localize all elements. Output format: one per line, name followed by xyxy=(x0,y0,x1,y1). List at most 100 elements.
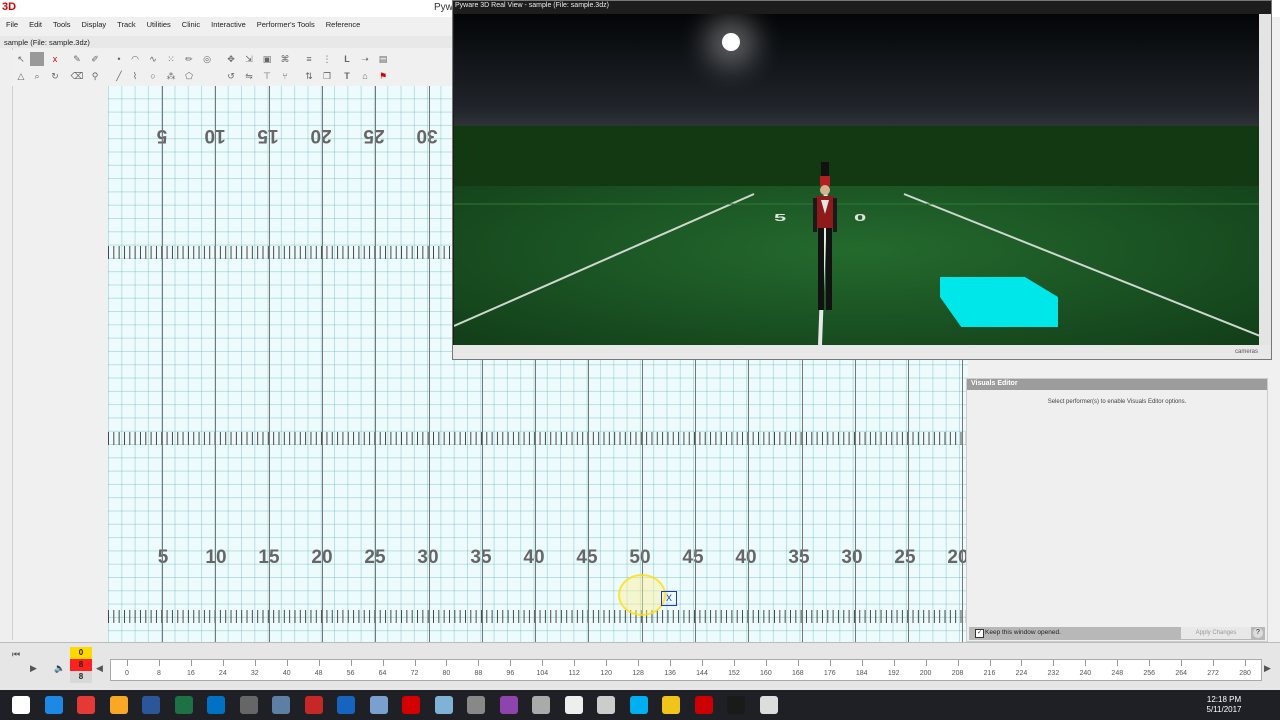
brush-icon[interactable]: ✐ xyxy=(88,52,102,66)
hash-marks-lower xyxy=(108,610,968,623)
fork-icon[interactable]: ⑂ xyxy=(278,69,292,83)
outlook-icon[interactable] xyxy=(207,696,225,714)
table-icon[interactable]: ▤ xyxy=(376,52,390,66)
resize-icon[interactable]: ⇲ xyxy=(242,52,256,66)
text-icon[interactable]: T xyxy=(340,69,354,83)
dot-icon[interactable]: • xyxy=(112,52,126,66)
arrow-right-icon[interactable]: ➝ xyxy=(358,52,372,66)
wifi-tool-icon[interactable] xyxy=(759,696,778,714)
home-icon[interactable]: ⌂ xyxy=(358,69,372,83)
globe-icon[interactable] xyxy=(369,696,388,714)
layers-icon[interactable]: ❐ xyxy=(320,69,334,83)
menu-reference[interactable]: Reference xyxy=(320,17,366,33)
3d-stadium-scene[interactable]: 5 0 xyxy=(454,14,1260,345)
circle-icon[interactable]: ○ xyxy=(146,69,160,83)
play-icon[interactable]: ▶ xyxy=(30,663,37,674)
grid-dots-icon[interactable]: ⁙ xyxy=(164,52,178,66)
volume-icon[interactable]: 🔈 xyxy=(54,663,65,674)
distribute-icon[interactable]: ⋮ xyxy=(320,52,334,66)
unity-icon[interactable] xyxy=(597,696,615,714)
menu-utilities[interactable]: Utilities xyxy=(141,17,176,33)
3d-real-view-window[interactable]: Pyware 3D Real View - sample (File: samp… xyxy=(452,0,1272,360)
cameras-label[interactable]: cameras xyxy=(1235,349,1258,355)
menu-clinic[interactable]: Clinic xyxy=(176,17,205,33)
edge-icon[interactable] xyxy=(44,696,63,714)
timeline-tick-label: 176 xyxy=(823,670,836,677)
performer-position-marker[interactable]: X xyxy=(661,591,677,606)
flag-icon[interactable]: ⚑ xyxy=(376,69,390,83)
timeline-tick-label: 24 xyxy=(218,670,227,677)
rewind-icon[interactable]: ⏮ xyxy=(12,649,20,660)
calculator-icon[interactable] xyxy=(467,696,485,714)
pencil-icon[interactable]: ✎ xyxy=(70,52,84,66)
arc-icon[interactable]: ◠ xyxy=(128,52,142,66)
timeline-tick xyxy=(670,660,672,666)
skype-icon[interactable] xyxy=(629,696,648,714)
field-turf: 5 0 xyxy=(454,185,1260,345)
mail-icon[interactable] xyxy=(337,696,355,714)
explorer-icon[interactable] xyxy=(109,696,128,714)
menu-tools[interactable]: Tools xyxy=(47,17,76,33)
windows-icon[interactable] xyxy=(12,696,30,714)
menu-edit[interactable]: Edit xyxy=(23,17,47,33)
curve-icon[interactable]: ∿ xyxy=(146,52,160,66)
box-icon[interactable]: ▣ xyxy=(260,52,274,66)
sort-icon[interactable]: ⇅ xyxy=(302,69,316,83)
help-icon[interactable]: ? xyxy=(1253,628,1263,638)
timeline-right-arrow-icon[interactable]: ▶ xyxy=(1264,663,1271,674)
timeline-left-arrow-icon[interactable]: ◀ xyxy=(96,663,103,674)
3d-view-scrollbar[interactable] xyxy=(453,345,1271,359)
timeline-tick-label: 248 xyxy=(1111,670,1124,677)
zoom-icon[interactable]: ⌕ xyxy=(30,69,44,83)
performer-figure[interactable] xyxy=(812,162,838,314)
tool-icon[interactable] xyxy=(304,696,323,714)
spiral-icon[interactable]: ◎ xyxy=(200,52,214,66)
polygon-icon[interactable]: ⬠ xyxy=(182,69,196,83)
pyware-active-icon[interactable] xyxy=(694,696,713,714)
pen-icon[interactable]: ✏ xyxy=(182,52,196,66)
taskbar-clock[interactable]: 12:18 PM 5/11/2017 xyxy=(1192,695,1256,715)
rotate-icon[interactable]: ↻ xyxy=(48,69,62,83)
timeline-ruler[interactable]: 0 8 16 24 32 40 48 56 64 72 80 88 96 104 112 120 128 136 1… xyxy=(110,659,1262,681)
mirror-icon[interactable]: ⇋ xyxy=(242,69,256,83)
marker-icon[interactable]: ⚲ xyxy=(88,69,102,83)
cloud-icon[interactable] xyxy=(532,696,550,714)
network-icon[interactable] xyxy=(272,696,290,714)
timeline-tick xyxy=(127,660,128,666)
eraser-icon[interactable]: ⌫ xyxy=(70,69,84,83)
pointer-icon[interactable] xyxy=(564,696,583,714)
triangle-icon[interactable]: △ xyxy=(14,69,28,83)
move-icon[interactable]: ✥ xyxy=(224,52,238,66)
excel-icon[interactable] xyxy=(174,696,193,714)
timeline-tick xyxy=(925,660,927,666)
menu-file[interactable]: File xyxy=(0,17,23,33)
delete-x-icon[interactable]: x xyxy=(48,52,62,66)
obs-icon[interactable] xyxy=(727,696,745,714)
note-icon[interactable] xyxy=(662,696,680,714)
undo-rotate-icon[interactable]: ↺ xyxy=(224,69,238,83)
arrow-icon[interactable] xyxy=(434,696,453,714)
timeline-tick xyxy=(254,660,256,666)
vs-icon[interactable] xyxy=(499,696,518,714)
line-icon[interactable]: ╱ xyxy=(112,69,126,83)
menu-interactive[interactable]: Interactive xyxy=(205,17,251,33)
photos-icon[interactable] xyxy=(239,696,258,714)
menu-track[interactable]: Track xyxy=(111,17,140,33)
word-icon[interactable] xyxy=(142,696,160,714)
pyware-3d-icon[interactable] xyxy=(402,696,420,714)
moon-light xyxy=(722,33,740,51)
line-l-icon[interactable]: L xyxy=(340,52,354,66)
warp-icon[interactable]: ⌘ xyxy=(278,52,292,66)
block-tool-icon[interactable] xyxy=(30,52,44,66)
apply-changes-button[interactable]: Apply Changes xyxy=(1181,627,1251,639)
select-arrow-icon[interactable]: ↖ xyxy=(14,52,28,66)
menu-display[interactable]: Display xyxy=(76,17,112,33)
3d-view-vertical-toolbar[interactable] xyxy=(1259,14,1271,345)
stack-icon[interactable]: ⊤ xyxy=(260,69,274,83)
pattern-icon[interactable]: ⁂ xyxy=(164,69,178,83)
chrome-icon[interactable] xyxy=(77,696,95,714)
menu-performers-tools[interactable]: Performer's Tools xyxy=(251,17,320,33)
keep-open-checkbox[interactable]: ✓ xyxy=(975,629,984,638)
align-icon[interactable]: ≡ xyxy=(302,52,316,66)
freeform-icon[interactable]: ⌇ xyxy=(128,69,142,83)
